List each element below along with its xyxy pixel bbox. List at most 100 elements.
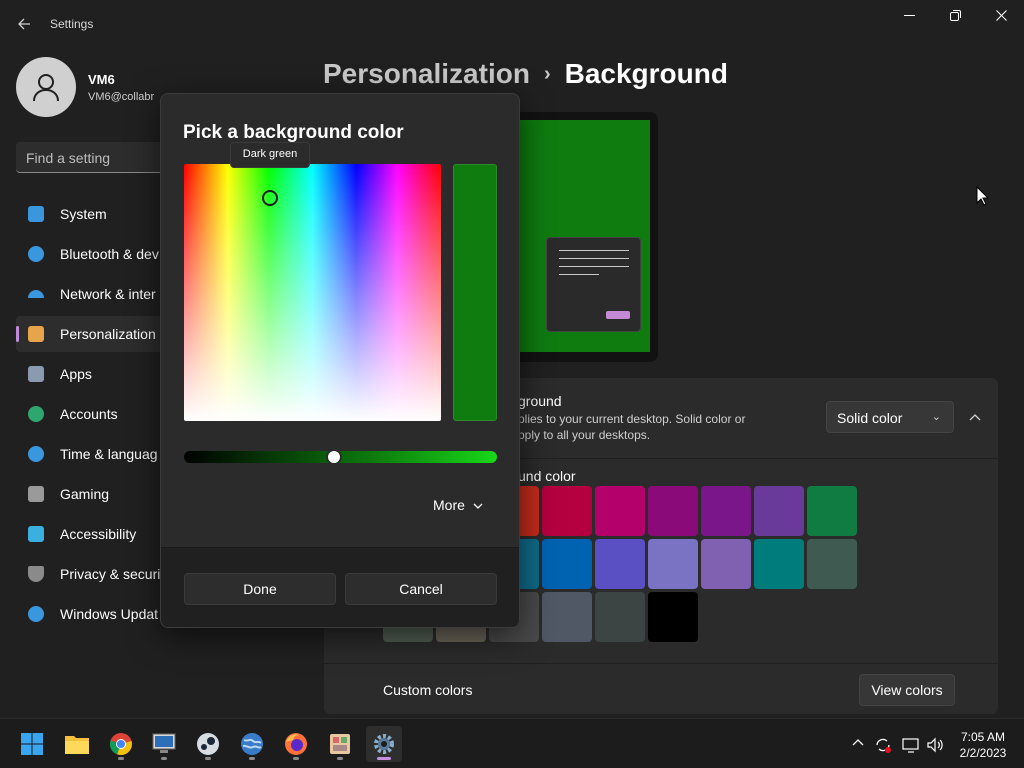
firefox-button[interactable] [278, 726, 314, 762]
sidebar-item-bluetooth-dev[interactable]: Bluetooth & dev [16, 236, 166, 272]
mouse-cursor-icon [976, 186, 990, 206]
color-swatch[interactable] [595, 486, 645, 536]
sidebar-item-label: Network & inter [60, 286, 156, 302]
slider-thumb[interactable] [326, 449, 343, 465]
bluetooth-icon [28, 246, 44, 262]
firefox-icon [285, 733, 307, 755]
settings-button[interactable] [366, 726, 402, 762]
gamepad-icon [28, 486, 44, 502]
remote-desktop-button[interactable] [146, 726, 182, 762]
breadcrumb-parent[interactable]: Personalization [323, 58, 530, 89]
minimize-icon [903, 15, 915, 16]
color-swatch[interactable] [542, 539, 592, 589]
steam-icon [197, 733, 219, 755]
preview-window [546, 237, 641, 332]
color-swatch[interactable] [807, 539, 857, 589]
volume-button[interactable] [926, 737, 944, 756]
description-line-2: pply to all your desktops. [518, 428, 651, 442]
person-silhouette-icon [33, 74, 59, 102]
color-swatch[interactable] [542, 592, 592, 642]
restore-button[interactable] [932, 2, 978, 32]
sidebar-item-personalization[interactable]: Personalization [16, 316, 166, 352]
minimize-button[interactable] [886, 2, 932, 32]
remote-desktop-icon [152, 733, 176, 753]
color-swatch[interactable] [701, 539, 751, 589]
clock-date: 2/2/2023 [959, 746, 1007, 760]
start-button[interactable] [14, 726, 50, 762]
search-input[interactable]: Find a setting [16, 142, 176, 173]
wifi-icon [28, 290, 44, 298]
show-hidden-icons-button[interactable] [852, 735, 864, 749]
sidebar-item-accessibility[interactable]: Accessibility [16, 516, 166, 552]
value-slider[interactable] [184, 449, 497, 465]
close-button[interactable] [978, 2, 1024, 32]
color-swatch[interactable] [754, 486, 804, 536]
chevron-down-icon [473, 503, 483, 509]
color-swatch[interactable] [648, 539, 698, 589]
start-icon [21, 733, 43, 755]
color-picker-handle[interactable] [262, 190, 278, 206]
sidebar-item-label: Gaming [60, 486, 110, 502]
color-swatch[interactable] [595, 539, 645, 589]
color-swatch[interactable] [648, 592, 698, 642]
color-swatch[interactable] [807, 486, 857, 536]
taskbar-clock[interactable]: 7:05 AM 2/2/2023 [952, 729, 1014, 761]
globe-app-icon [241, 733, 263, 755]
person-icon [28, 406, 44, 422]
brush-icon [28, 326, 44, 342]
back-button[interactable] [10, 10, 38, 38]
app-button[interactable] [322, 726, 358, 762]
preview-button [606, 311, 630, 319]
close-icon [995, 10, 1007, 21]
color-swatch[interactable] [701, 486, 751, 536]
sidebar-item-network-inter[interactable]: Network & inter [16, 276, 166, 312]
more-label: More [433, 497, 465, 513]
done-button[interactable]: Done [184, 573, 336, 605]
user-name: VM6 [88, 72, 115, 87]
chevron-down-icon: ⌄ [931, 411, 941, 423]
more-button[interactable]: More [433, 497, 483, 513]
color-name-tooltip: Dark green [230, 142, 310, 168]
sidebar-item-label: Time & languag [60, 446, 158, 462]
color-swatch[interactable] [595, 592, 645, 642]
sidebar-item-system[interactable]: System [16, 196, 166, 232]
network-status-button[interactable] [902, 737, 920, 756]
cancel-button[interactable]: Cancel [345, 573, 497, 605]
chrome-button[interactable] [103, 726, 139, 762]
collapse-button[interactable] [962, 404, 988, 430]
sidebar-item-label: Personalization [60, 326, 156, 342]
sidebar-item-accounts[interactable]: Accounts [16, 396, 166, 432]
search-placeholder: Find a setting [26, 150, 111, 166]
chrome-icon [109, 733, 132, 756]
description-line-1: plies to your current desktop. Solid col… [518, 412, 746, 426]
title-bar: Settings [0, 0, 1024, 48]
sync-status-button[interactable] [874, 737, 892, 756]
personalize-background-title: ground [518, 393, 562, 409]
sidebar-item-apps[interactable]: Apps [16, 356, 166, 392]
view-colors-button[interactable]: View colors [859, 674, 955, 706]
color-spectrum[interactable] [184, 164, 441, 421]
sidebar-item-label: Privacy & securit [60, 566, 165, 582]
selected-color-preview [453, 164, 497, 421]
sidebar-item-label: Bluetooth & dev [60, 246, 159, 262]
clock-globe-icon [28, 446, 44, 462]
avatar[interactable] [16, 57, 76, 117]
taskbar: 7:05 AM 2/2/2023 [0, 718, 1024, 768]
steam-button[interactable] [190, 726, 226, 762]
color-swatch[interactable] [648, 486, 698, 536]
sidebar-item-privacy-securit[interactable]: Privacy & securit [16, 556, 166, 592]
chevron-up-icon [852, 739, 864, 746]
background-type-dropdown[interactable]: Solid color ⌄ [826, 401, 954, 433]
globe-app-button[interactable] [234, 726, 270, 762]
sidebar-item-label: Accessibility [60, 526, 137, 542]
sidebar-item-gaming[interactable]: Gaming [16, 476, 166, 512]
clock-time: 7:05 AM [960, 730, 1006, 744]
color-swatch[interactable] [542, 486, 592, 536]
personalize-background-description: plies to your current desktop. Solid col… [518, 411, 778, 443]
sidebar-item-windows-updat[interactable]: Windows Updat [16, 596, 166, 632]
custom-colors-label: Custom colors [383, 682, 473, 698]
monitor-icon [28, 206, 44, 222]
sidebar-item-time-languag[interactable]: Time & languag [16, 436, 166, 472]
color-swatch[interactable] [754, 539, 804, 589]
file-explorer-button[interactable] [59, 726, 95, 762]
